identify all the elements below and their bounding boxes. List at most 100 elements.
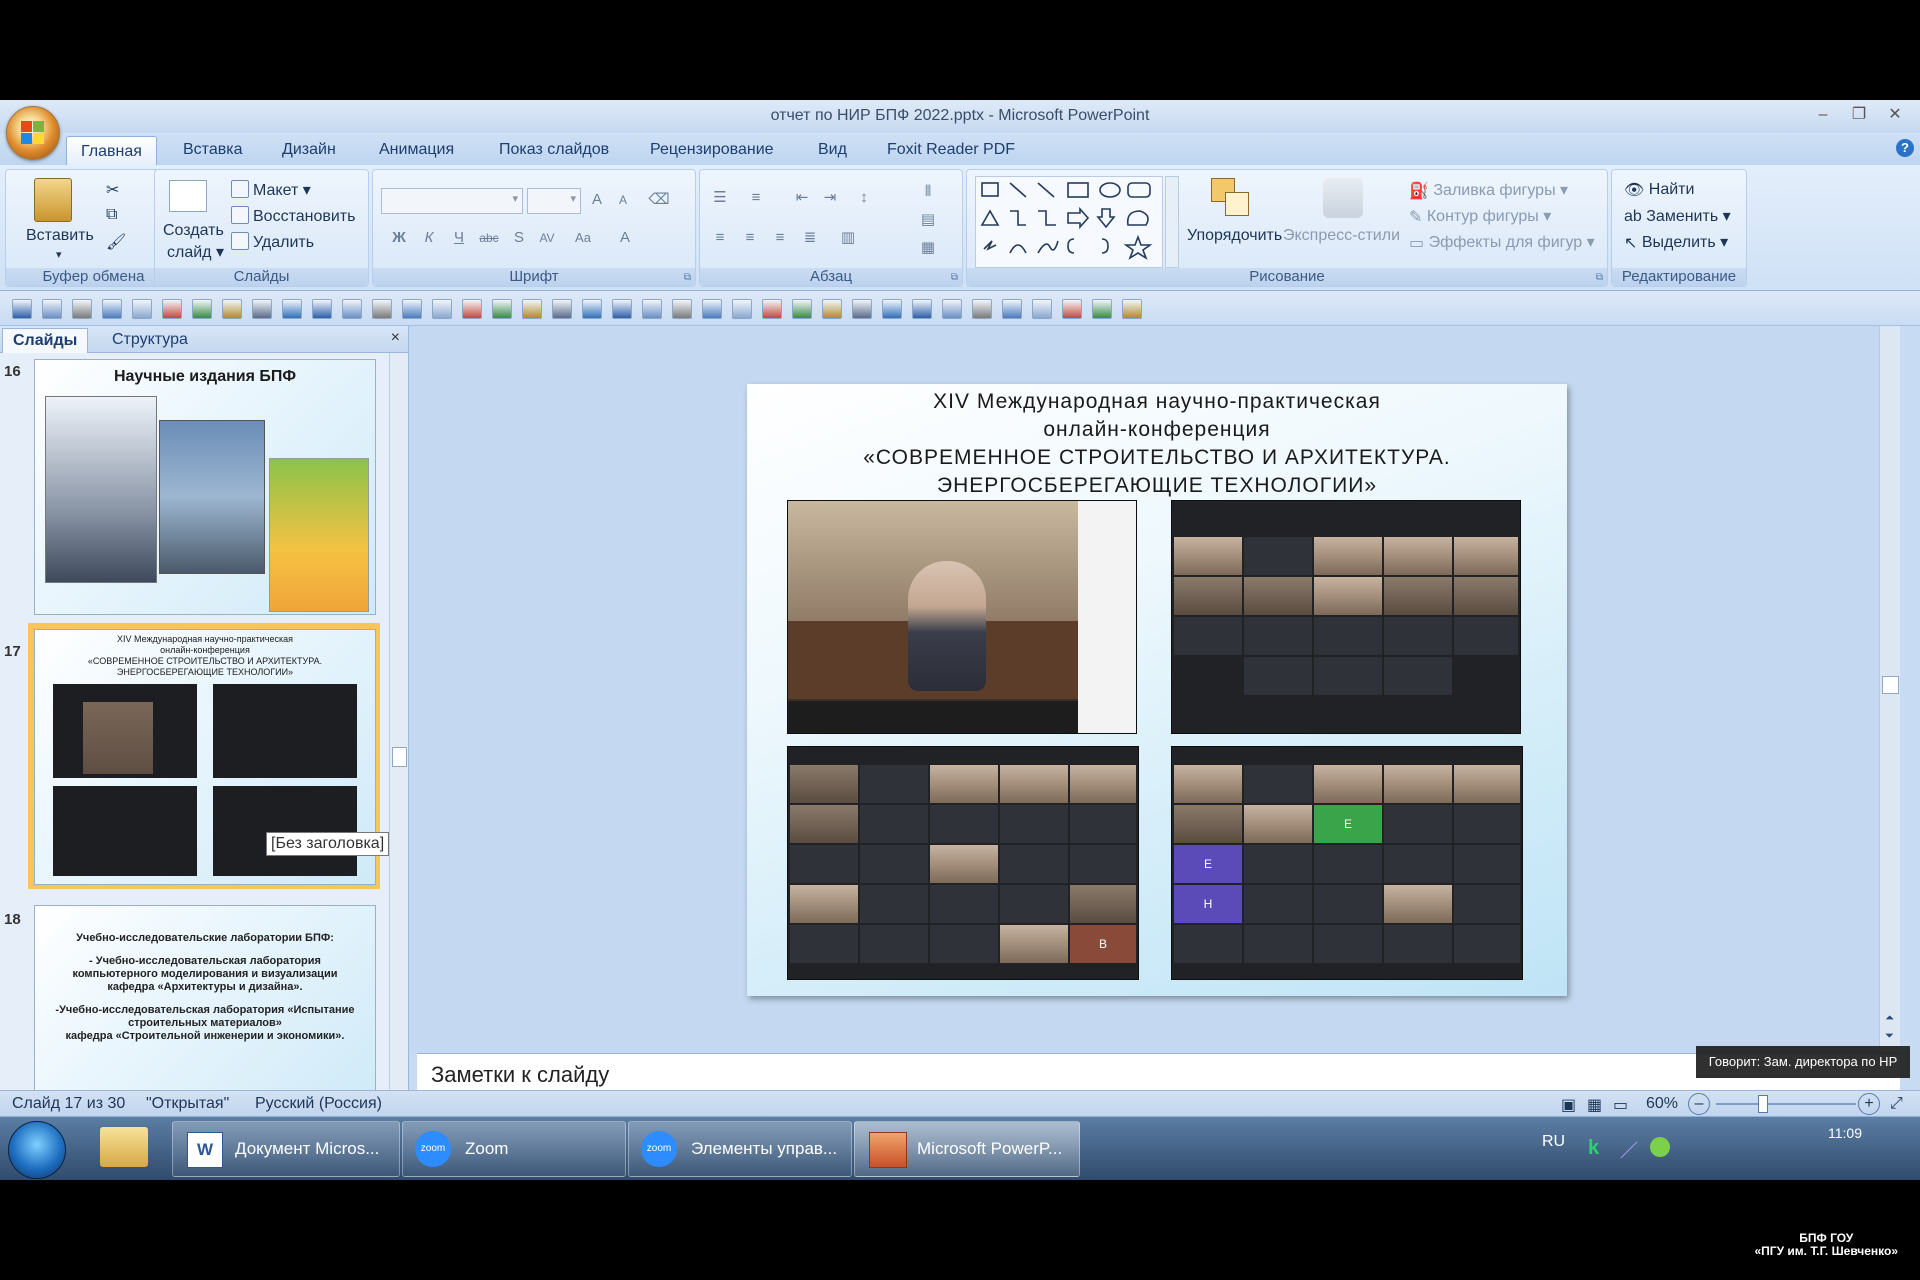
notes-pane[interactable]: Заметки к слайду (417, 1053, 1900, 1090)
shapes-gallery[interactable] (975, 176, 1163, 268)
toolbar-button-icon[interactable] (162, 299, 182, 319)
drawing-launcher-icon[interactable]: ⧉ (1596, 272, 1603, 283)
toolbar-button-icon[interactable] (342, 299, 362, 319)
current-slide[interactable]: XIV Международная научно-практическая он… (747, 384, 1567, 996)
tray-chat-icon[interactable] (1650, 1137, 1670, 1157)
align-text-icon[interactable]: ▤ (916, 208, 940, 232)
toolbar-button-icon[interactable] (522, 299, 542, 319)
toolbar-button-icon[interactable] (702, 299, 722, 319)
reset-button[interactable]: Восстановить (231, 206, 355, 226)
paste-button[interactable]: Вставить (26, 227, 94, 245)
shapes-scroll[interactable] (1165, 176, 1179, 268)
toolbar-button-icon[interactable] (192, 299, 212, 319)
toolbar-button-icon[interactable] (1092, 299, 1112, 319)
toolbar-button-icon[interactable] (1002, 299, 1022, 319)
toolbar-button-icon[interactable] (12, 299, 32, 319)
tab-slides-panel[interactable]: Слайды (2, 328, 89, 353)
zoom-out-icon[interactable]: – (1688, 1093, 1710, 1115)
increase-indent-icon[interactable]: ⇥ (818, 186, 842, 210)
panel-close-icon[interactable]: × (391, 329, 400, 347)
close-button[interactable]: ✕ (1880, 104, 1910, 126)
toolbar-button-icon[interactable] (1122, 299, 1142, 319)
toolbar-button-icon[interactable] (402, 299, 422, 319)
cut-icon[interactable]: ✂ (106, 180, 119, 200)
zoom-slider[interactable] (1716, 1095, 1856, 1113)
new-slide-button[interactable]: Создать (163, 222, 224, 240)
tray-pen-icon[interactable]: ／ (1620, 1137, 1638, 1163)
toolbar-button-icon[interactable] (582, 299, 602, 319)
toolbar-button-icon[interactable] (252, 299, 272, 319)
tab-design[interactable]: Дизайн (282, 141, 336, 159)
slide-thumbnail-16[interactable]: Научные издания БПФ (34, 359, 376, 615)
toolbar-button-icon[interactable] (942, 299, 962, 319)
toolbar-button-icon[interactable] (762, 299, 782, 319)
char-spacing-icon[interactable]: AV (535, 226, 559, 250)
underline-icon[interactable]: Ч (447, 226, 471, 250)
start-button[interactable] (8, 1121, 66, 1179)
panel-scrollbar[interactable] (389, 353, 408, 1090)
quick-styles-button[interactable]: Экспресс-стили (1283, 227, 1400, 245)
toolbar-button-icon[interactable] (132, 299, 152, 319)
toolbar-button-icon[interactable] (492, 299, 512, 319)
tab-review[interactable]: Рецензирование (650, 141, 774, 159)
align-left-icon[interactable]: ≡ (708, 226, 732, 250)
normal-view-icon[interactable]: ▣ (1561, 1095, 1576, 1115)
tab-foxit[interactable]: Foxit Reader PDF (887, 141, 1015, 159)
arrange-button[interactable]: Упорядочить (1187, 227, 1282, 245)
panel-scroll-thumb[interactable] (392, 747, 407, 767)
line-spacing-icon[interactable]: ↕ (852, 186, 876, 210)
bullets-icon[interactable]: ☰ (708, 186, 732, 210)
taskbar-item-word[interactable]: W Документ Micros... (172, 1121, 400, 1177)
layout-button[interactable]: Макет ▾ (231, 180, 311, 200)
slideshow-view-icon[interactable]: ▭ (1613, 1095, 1628, 1115)
office-button[interactable] (6, 106, 60, 160)
bold-icon[interactable]: Ж (387, 226, 411, 250)
change-case-icon[interactable]: Aa (571, 226, 595, 250)
keyboard-language[interactable]: RU (1542, 1133, 1565, 1151)
slide-thumbnail-18[interactable]: Учебно-исследовательские лаборатории БПФ… (34, 905, 376, 1090)
explorer-icon[interactable] (100, 1127, 148, 1167)
toolbar-button-icon[interactable] (852, 299, 872, 319)
toolbar-button-icon[interactable] (612, 299, 632, 319)
minimize-button[interactable]: – (1808, 104, 1838, 126)
zoom-in-icon[interactable]: + (1858, 1093, 1880, 1115)
font-color-icon[interactable]: A (613, 226, 637, 250)
toolbar-button-icon[interactable] (462, 299, 482, 319)
toolbar-button-icon[interactable] (552, 299, 572, 319)
clear-format-icon[interactable]: ⌫ (647, 188, 671, 212)
grow-font-icon[interactable]: A (585, 188, 609, 212)
tab-slideshow[interactable]: Показ слайдов (499, 141, 609, 159)
delete-slide-button[interactable]: Удалить (231, 232, 314, 252)
zoom-level[interactable]: 60% (1646, 1095, 1678, 1113)
toolbar-button-icon[interactable] (72, 299, 92, 319)
toolbar-button-icon[interactable] (972, 299, 992, 319)
shape-effects-button[interactable]: ▭ Эффекты для фигур ▾ (1409, 232, 1595, 253)
toolbar-button-icon[interactable] (882, 299, 902, 319)
editor-scrollbar[interactable]: ⏶ ⏷ (1879, 326, 1900, 1053)
prev-slide-icon[interactable]: ⏶ (1882, 1012, 1897, 1025)
toolbar-button-icon[interactable] (222, 299, 242, 319)
next-slide-icon[interactable]: ⏷ (1882, 1030, 1897, 1043)
shape-outline-button[interactable]: ✎ Контур фигуры ▾ (1409, 206, 1551, 227)
italic-icon[interactable]: К (417, 226, 441, 250)
tab-view[interactable]: Вид (818, 141, 847, 159)
tab-animation[interactable]: Анимация (379, 141, 454, 159)
decrease-indent-icon[interactable]: ⇤ (790, 186, 814, 210)
smartart-icon[interactable]: ▦ (916, 236, 940, 260)
toolbar-button-icon[interactable] (1062, 299, 1082, 319)
toolbar-button-icon[interactable] (312, 299, 332, 319)
justify-icon[interactable]: ≣ (798, 226, 822, 250)
toolbar-button-icon[interactable] (102, 299, 122, 319)
shrink-font-icon[interactable]: A (611, 188, 635, 212)
toolbar-button-icon[interactable] (432, 299, 452, 319)
align-center-icon[interactable]: ≡ (738, 226, 762, 250)
toolbar-button-icon[interactable] (732, 299, 752, 319)
tab-insert[interactable]: Вставка (183, 141, 242, 159)
slide-title[interactable]: XIV Международная научно-практическая он… (747, 388, 1567, 500)
taskbar-item-zoom[interactable]: zoom Zoom (402, 1121, 626, 1177)
help-icon[interactable]: ? (1896, 139, 1914, 157)
toolbar-button-icon[interactable] (912, 299, 932, 319)
toolbar-button-icon[interactable] (42, 299, 62, 319)
language-indicator[interactable]: Русский (Россия) (255, 1095, 382, 1113)
numbering-icon[interactable]: ≡ (744, 186, 768, 210)
